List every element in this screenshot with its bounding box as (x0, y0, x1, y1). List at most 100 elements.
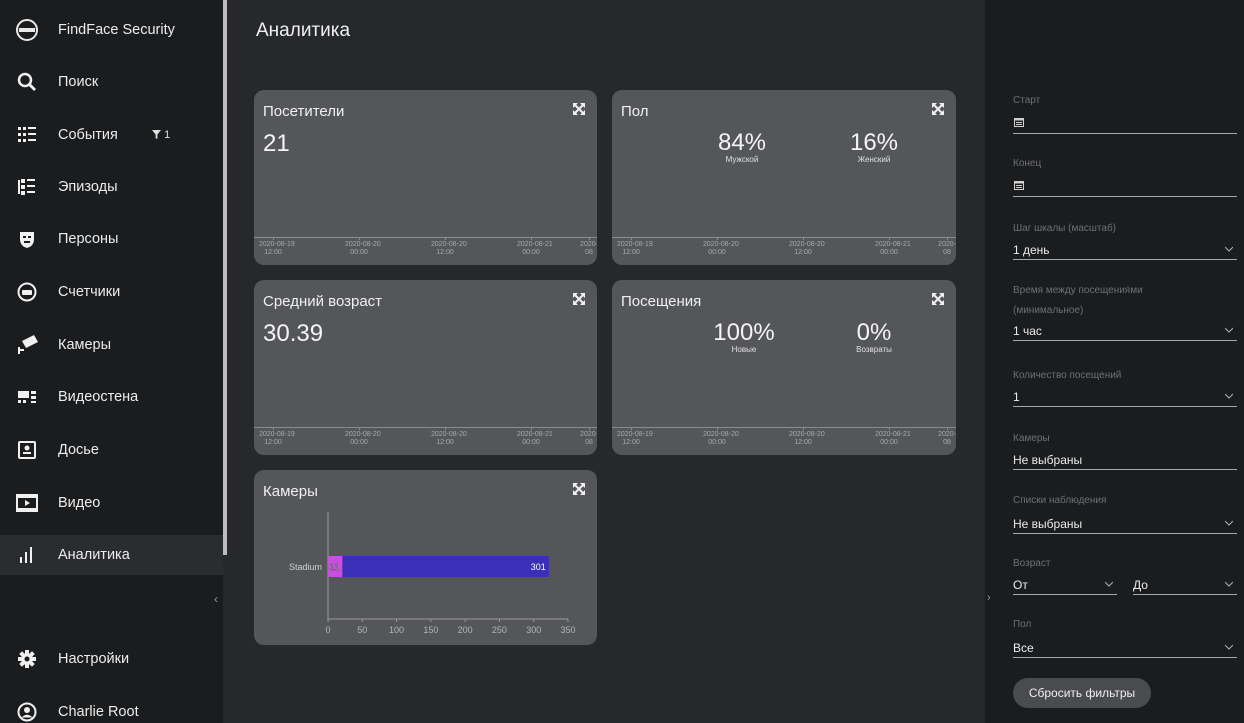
filter-count: 1 (164, 129, 171, 141)
time-axis (612, 427, 956, 428)
x-tick-label: 350 (560, 625, 575, 635)
sidebar-item-episodes[interactable]: Эпизоды (0, 167, 223, 207)
chevron-down-icon (1225, 246, 1233, 252)
gear-icon (16, 648, 38, 670)
visits-count-select[interactable]: Количество посещений 1 (1013, 369, 1237, 407)
new-percent: 100% (713, 319, 775, 346)
cameras-value-box[interactable]: Не выбраны (1013, 450, 1237, 470)
category-label: Stadium (289, 562, 322, 572)
time-tick-mark (531, 427, 532, 430)
chevron-down-icon (1225, 644, 1233, 650)
sidebar-item-label: Аналитика (58, 547, 130, 563)
age-from-value: От (1013, 578, 1028, 592)
time-tick-label: 2020-08-20 00:00 (345, 241, 381, 256)
time-tick-label: 2020- 08 (938, 241, 956, 256)
expand-icon[interactable] (932, 103, 944, 115)
cameras-filter[interactable]: Камеры Не выбраны (1013, 432, 1237, 470)
collapse-sidebar-icon[interactable]: ‹ (214, 592, 218, 606)
brand[interactable]: FindFace Security (0, 10, 223, 50)
expand-filters-icon[interactable]: › (987, 592, 991, 604)
sidebar-item-label: Счетчики (58, 284, 121, 300)
sidebar-item-label: Персоны (58, 231, 119, 247)
end-date-field[interactable]: Конец (1013, 157, 1237, 197)
cameras-value: Не выбраны (1013, 453, 1083, 467)
visit-interval-select[interactable]: Время между посещениями (минимальное) 1 … (1013, 284, 1237, 341)
time-tick-label: 2020-08-19 12:00 (617, 431, 653, 446)
visits-count-value: 1 (1013, 390, 1020, 404)
sidebar-item-cameras[interactable]: Камеры (0, 325, 223, 365)
x-tick-label: 300 (526, 625, 541, 635)
field-label: Возраст (1013, 558, 1051, 569)
sidebar-item-persons[interactable]: Персоны (0, 219, 223, 259)
x-tick-label: 0 (325, 625, 330, 635)
counters-icon (16, 281, 38, 303)
sidebar-item-video[interactable]: Видео (0, 483, 223, 523)
time-tick-label: 2020-08-20 12:00 (431, 431, 467, 446)
gender-select[interactable]: Пол Все (1013, 618, 1237, 658)
new-visits-stat: 100% Новые (704, 320, 784, 354)
sidebar-item-counters[interactable]: Счетчики (0, 272, 223, 312)
time-tick-mark (803, 237, 804, 240)
card-title: Посетители (263, 103, 345, 120)
scale-select[interactable]: Шаг шкалы (масштаб) 1 день (1013, 222, 1237, 260)
time-tick-label: 2020-08-21 00:00 (517, 241, 553, 256)
sidebar-item-analytics[interactable]: Аналитика (0, 535, 223, 575)
reset-filters-button[interactable]: Сбросить фильтры (1013, 678, 1151, 708)
time-tick-mark (359, 427, 360, 430)
expand-icon[interactable] (573, 103, 585, 115)
time-tick-mark (589, 427, 590, 430)
age-to-select[interactable]: До (1133, 575, 1237, 595)
end-date-input[interactable] (1013, 175, 1237, 197)
visits-count-value-box[interactable]: 1 (1013, 387, 1237, 407)
interval-value: 1 час (1013, 324, 1042, 338)
time-tick-label: 2020-08-20 12:00 (431, 241, 467, 256)
new-label: Новые (731, 345, 757, 354)
expand-icon[interactable] (932, 293, 944, 305)
time-tick-mark (889, 427, 890, 430)
expand-icon[interactable] (573, 293, 585, 305)
time-tick-label: 2020-08-19 12:00 (259, 241, 295, 256)
persons-icon (16, 228, 38, 250)
sidebar-item-search[interactable]: Поиск (0, 62, 223, 102)
card-title: Посещения (621, 293, 702, 310)
time-axis (254, 427, 597, 428)
sidebar: FindFace Security Поиск События 1 Эпизод… (0, 0, 227, 723)
chevron-down-icon (1225, 520, 1233, 526)
male-stat: 84% Мужской (702, 130, 782, 164)
visitors-count: 21 (263, 130, 290, 157)
analytics-icon (16, 544, 38, 566)
time-tick-label: 2020-08-20 00:00 (703, 431, 739, 446)
sidebar-item-videowall[interactable]: Видеостена (0, 377, 223, 417)
filter-icon (152, 130, 161, 139)
time-tick-label: 2020-08-20 12:00 (789, 431, 825, 446)
sidebar-item-dossier[interactable]: Досье (0, 430, 223, 470)
scale-value-box[interactable]: 1 день (1013, 240, 1237, 260)
start-date-field[interactable]: Старт (1013, 94, 1237, 134)
time-tick-label: 2020-08-20 00:00 (703, 241, 739, 256)
field-label-sub: (минимальное) (1013, 305, 1084, 316)
age-to-value: До (1133, 578, 1148, 592)
sidebar-item-label: Эпизоды (58, 179, 118, 195)
x-tick-label: 100 (389, 625, 404, 635)
time-tick-mark (445, 237, 446, 240)
watchlists-select[interactable]: Списки наблюдения Не выбраны (1013, 494, 1237, 534)
data-label: 301 (531, 562, 546, 572)
calendar-icon (1014, 181, 1024, 190)
start-date-input[interactable] (1013, 112, 1237, 134)
camera-icon (16, 334, 38, 356)
gender-value-box[interactable]: Все (1013, 638, 1237, 658)
interval-value-box[interactable]: 1 час (1013, 321, 1237, 341)
findface-logo-icon (16, 19, 38, 41)
card-title: Средний возраст (263, 293, 383, 310)
watchlists-value-box[interactable]: Не выбраны (1013, 514, 1237, 534)
field-label: Время между посещениями (1013, 285, 1143, 296)
brand-name: FindFace Security (58, 22, 175, 38)
sidebar-item-events[interactable]: События 1 (0, 115, 223, 155)
sidebar-item-label: Поиск (58, 74, 99, 90)
sidebar-item-settings[interactable]: Настройки (0, 639, 223, 679)
cameras-bar-chart: 0 50 100 150 200 250 300 350 Stadium 21 301 (289, 512, 576, 635)
time-tick-mark (717, 427, 718, 430)
scale-value: 1 день (1013, 243, 1050, 257)
age-from-select[interactable]: От (1013, 575, 1117, 595)
sidebar-item-user[interactable]: Charlie Root (0, 692, 223, 723)
